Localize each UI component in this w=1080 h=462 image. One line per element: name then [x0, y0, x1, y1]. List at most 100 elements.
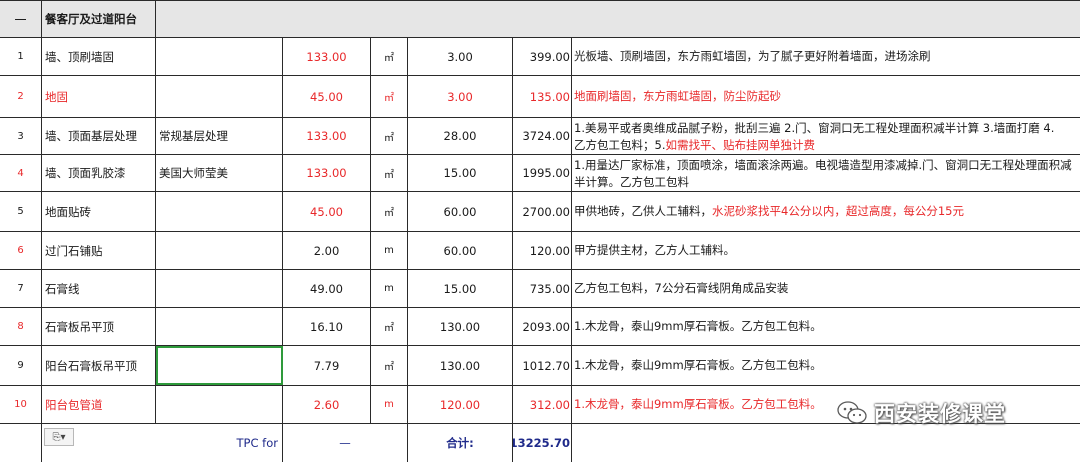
total-cell[interactable]: 1012.70 — [513, 346, 572, 385]
total-cell[interactable]: 135.00 — [513, 76, 572, 117]
quantity-cell[interactable]: 7.79 — [283, 346, 371, 385]
table-row[interactable]: 3 墙、顶面基层处理 常规基层处理 133.00 ㎡ 28.00 3724.00… — [0, 118, 1080, 155]
note-line: 1.美易平或者奥维成品腻子粉，批刮三遍 2.门、窗洞口无工程处理面积减半计算 3… — [574, 121, 1055, 135]
item-name-cell[interactable]: 地固 — [42, 76, 156, 117]
total-cell[interactable]: 2093.00 — [513, 308, 572, 345]
summary-dash[interactable]: — — [283, 424, 408, 462]
table-row[interactable]: 7 石膏线 49.00 m 15.00 735.00 乙方包工包料，7公分石膏线… — [0, 270, 1080, 308]
total-cell[interactable]: 2700.00 — [513, 192, 572, 231]
unit-cell[interactable]: ㎡ — [371, 118, 408, 154]
unit-cell[interactable]: m — [371, 232, 408, 269]
row-index: 5 — [0, 192, 42, 231]
item-name-cell[interactable]: 墙、顶面基层处理 — [42, 118, 156, 154]
note-text: 乙方包工包料；5. — [574, 138, 666, 152]
note-cell[interactable]: 1.木龙骨，泰山9mm厚石膏板。乙方包工包料。 — [572, 346, 1080, 385]
quantity-cell[interactable]: 45.00 — [283, 192, 371, 231]
row-index: 4 — [0, 155, 42, 191]
header-empty-cell[interactable] — [156, 1, 1080, 37]
row-index: 10 — [0, 386, 42, 423]
collapse-toggle[interactable]: 一 — [0, 1, 42, 37]
unit-cell[interactable]: m — [371, 386, 408, 423]
brand-cell[interactable] — [156, 232, 283, 269]
brand-cell[interactable] — [156, 76, 283, 117]
table-row[interactable]: 6 过门石铺贴 2.00 m 60.00 120.00 甲方提供主材，乙方人工辅… — [0, 232, 1080, 270]
unit-price-cell[interactable]: 60.00 — [408, 232, 513, 269]
paste-options-button[interactable]: ⎘▾ — [44, 428, 74, 446]
brand-cell[interactable] — [156, 308, 283, 345]
unit-cell[interactable]: ㎡ — [371, 155, 408, 191]
table-row[interactable]: 4 墙、顶面乳胶漆 美国大师莹美 133.00 ㎡ 15.00 1995.00 … — [0, 155, 1080, 192]
sum-value[interactable]: 13225.70 — [513, 424, 572, 462]
note-cell[interactable]: 乙方包工包料，7公分石膏线阴角成品安装 — [572, 270, 1080, 307]
summary-index-cell[interactable] — [0, 424, 42, 462]
unit-cell[interactable]: ㎡ — [371, 38, 408, 75]
tpc-label[interactable]: TPC for — [42, 424, 283, 462]
total-cell[interactable]: 120.00 — [513, 232, 572, 269]
note-line: 乙方包工包料；5.如需找平、贴布挂网单独计费 — [574, 137, 1054, 154]
note-cell[interactable]: 1.木龙骨，泰山9mm厚石膏板。乙方包工包料。 — [572, 308, 1080, 345]
note-cell[interactable]: 光板墙、顶刷墙固，东方雨虹墙固，为了腻子更好附着墙面，进场涂刷 — [572, 38, 1080, 75]
sum-label[interactable]: 合计: — [408, 424, 513, 462]
unit-price-cell[interactable]: 15.00 — [408, 155, 513, 191]
brand-cell[interactable]: 常规基层处理 — [156, 118, 283, 154]
section-header-row: 一 餐客厅及过道阳台 — [0, 0, 1080, 38]
brand-cell[interactable] — [156, 192, 283, 231]
quantity-cell[interactable]: 16.10 — [283, 308, 371, 345]
item-name-cell[interactable]: 过门石铺贴 — [42, 232, 156, 269]
item-name-cell[interactable]: 墙、顶面乳胶漆 — [42, 155, 156, 191]
quantity-cell[interactable]: 133.00 — [283, 155, 371, 191]
quantity-cell[interactable]: 133.00 — [283, 118, 371, 154]
note-cell[interactable]: 1.美易平或者奥维成品腻子粉，批刮三遍 2.门、窗洞口无工程处理面积减半计算 3… — [572, 118, 1080, 154]
unit-price-cell[interactable]: 130.00 — [408, 308, 513, 345]
quantity-cell[interactable]: 45.00 — [283, 76, 371, 117]
table-row[interactable]: 8 石膏板吊平顶 16.10 ㎡ 130.00 2093.00 1.木龙骨，泰山… — [0, 308, 1080, 346]
unit-price-cell[interactable]: 130.00 — [408, 346, 513, 385]
item-name-cell[interactable]: 地面贴砖 — [42, 192, 156, 231]
note-cell[interactable]: 地面刷墙固，东方雨虹墙固，防尘防起砂 — [572, 76, 1080, 117]
selected-brand-cell[interactable] — [156, 346, 283, 385]
item-name-cell[interactable]: 石膏线 — [42, 270, 156, 307]
unit-cell[interactable]: ㎡ — [371, 308, 408, 345]
total-cell[interactable]: 312.00 — [513, 386, 572, 423]
item-name-cell[interactable]: 阳台石膏板吊平顶 — [42, 346, 156, 385]
table-row[interactable]: 1 墙、顶刷墙固 133.00 ㎡ 3.00 399.00 光板墙、顶刷墙固，东… — [0, 38, 1080, 76]
total-cell[interactable]: 1995.00 — [513, 155, 572, 191]
total-cell[interactable]: 735.00 — [513, 270, 572, 307]
quantity-cell[interactable]: 2.00 — [283, 232, 371, 269]
unit-price-cell[interactable]: 120.00 — [408, 386, 513, 423]
unit-price-cell[interactable]: 3.00 — [408, 76, 513, 117]
row-index: 3 — [0, 118, 42, 154]
table-row[interactable]: 9 阳台石膏板吊平顶 7.79 ㎡ 130.00 1012.70 1.木龙骨，泰… — [0, 346, 1080, 386]
brand-cell[interactable] — [156, 270, 283, 307]
note-text: 甲供地砖，乙供人工辅料， — [574, 204, 712, 218]
unit-price-cell[interactable]: 28.00 — [408, 118, 513, 154]
note-cell[interactable]: 1.用量达厂家标准，顶面喷涂，墙面滚涂两遍。电视墙造型用漆减掉.门、窗洞口无工程… — [572, 155, 1080, 191]
unit-cell[interactable]: ㎡ — [371, 346, 408, 385]
quantity-cell[interactable]: 133.00 — [283, 38, 371, 75]
quantity-cell[interactable]: 2.60 — [283, 386, 371, 423]
unit-price-cell[interactable]: 15.00 — [408, 270, 513, 307]
unit-cell[interactable]: ㎡ — [371, 76, 408, 117]
total-cell[interactable]: 3724.00 — [513, 118, 572, 154]
note-warning-text: 水泥砂浆找平4公分以内，超过高度，每公分15元 — [712, 204, 964, 218]
table-row[interactable]: 2 地固 45.00 ㎡ 3.00 135.00 地面刷墙固，东方雨虹墙固，防尘… — [0, 76, 1080, 118]
row-index: 8 — [0, 308, 42, 345]
table-row[interactable]: 5 地面贴砖 45.00 ㎡ 60.00 2700.00 甲供地砖，乙供人工辅料… — [0, 192, 1080, 232]
brand-cell[interactable]: 美国大师莹美 — [156, 155, 283, 191]
item-name-cell[interactable]: 墙、顶刷墙固 — [42, 38, 156, 75]
unit-price-cell[interactable]: 60.00 — [408, 192, 513, 231]
unit-cell[interactable]: ㎡ — [371, 192, 408, 231]
wechat-icon — [837, 401, 867, 424]
item-name-cell[interactable]: 石膏板吊平顶 — [42, 308, 156, 345]
total-cell[interactable]: 399.00 — [513, 38, 572, 75]
note-cell[interactable]: 甲供地砖，乙供人工辅料， 水泥砂浆找平4公分以内，超过高度，每公分15元 — [572, 192, 1080, 231]
unit-price-cell[interactable]: 3.00 — [408, 38, 513, 75]
row-index: 2 — [0, 76, 42, 117]
quantity-cell[interactable]: 49.00 — [283, 270, 371, 307]
brand-cell[interactable] — [156, 38, 283, 75]
unit-cell[interactable]: m — [371, 270, 408, 307]
watermark: 西安装修课堂 — [836, 396, 1006, 430]
brand-cell[interactable] — [156, 386, 283, 423]
item-name-cell[interactable]: 阳台包管道 — [42, 386, 156, 423]
note-cell[interactable]: 甲方提供主材，乙方人工辅料。 — [572, 232, 1080, 269]
